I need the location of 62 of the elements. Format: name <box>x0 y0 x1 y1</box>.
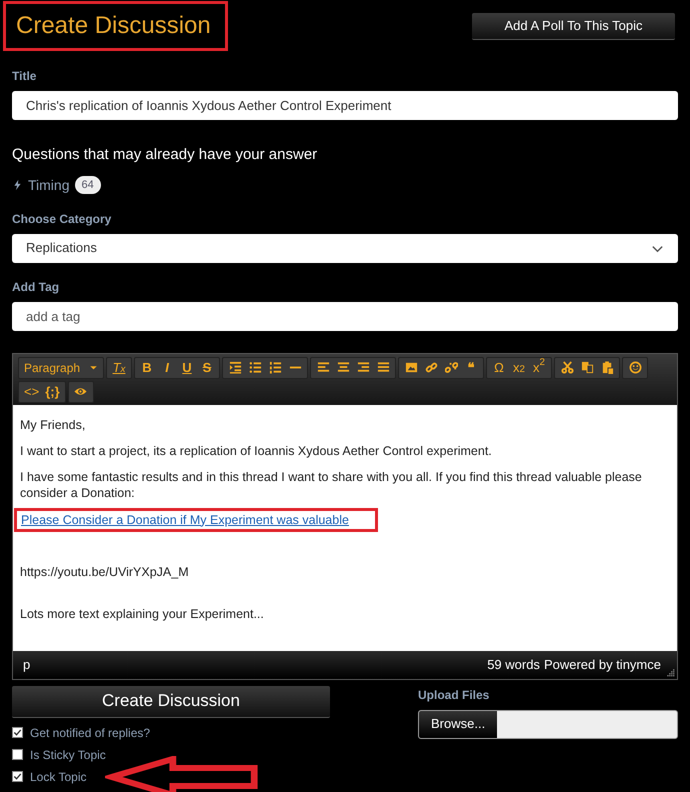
paste-icon <box>600 361 614 374</box>
align-left-icon <box>316 361 330 374</box>
create-discussion-button[interactable]: Create Discussion <box>12 686 330 718</box>
count-badge: 64 <box>74 176 101 194</box>
checkbox[interactable] <box>12 771 23 782</box>
suggestion-link[interactable]: Timing <box>28 174 70 196</box>
link-icon <box>424 361 438 374</box>
checkbox[interactable] <box>12 749 23 760</box>
toolbar-button[interactable]: x$_{2}$ <box>509 358 529 378</box>
checkbox-label: Get notified of replies? <box>30 724 150 742</box>
powered-by-text: Powered by tinymce <box>544 656 661 674</box>
resize-handle-icon[interactable] <box>666 668 675 676</box>
toolbar-button[interactable]: S <box>197 358 217 378</box>
toolbar-button[interactable]: ❝ <box>461 358 481 378</box>
toolbar-button[interactable]: x$^{2}$ <box>529 358 549 378</box>
suggestions-heading: Questions that may already have your answer <box>12 145 318 165</box>
file-input[interactable]: Browse... <box>418 710 678 738</box>
paragraph-text: I want to start a project, its a replication of Ioannis Xydous Aether Control experiment. <box>20 442 493 459</box>
donation-link[interactable]: Please Consider a Donation if My Experiment was valuable <box>21 512 349 526</box>
paragraph-text: Lots more text explaining your Experiment... <box>20 606 265 622</box>
scissors-icon <box>560 361 574 374</box>
paragraph-text: My Friends, <box>20 416 86 433</box>
toolbar-button[interactable]: U <box>177 358 197 378</box>
field-label: Title <box>12 68 38 85</box>
element-path: p <box>23 656 30 674</box>
toolbar-button[interactable]: {;} <box>42 382 63 402</box>
format-dropdown[interactable]: Paragraph <box>21 358 101 378</box>
editor-content[interactable] <box>13 404 677 650</box>
checkbox-label: Is Sticky Topic <box>30 746 106 764</box>
numbered-list-icon <box>268 361 282 374</box>
indent-icon <box>228 361 242 374</box>
caret-icon <box>89 363 98 372</box>
category-select[interactable]: Replications <box>12 234 678 262</box>
browse-button[interactable]: Browse... <box>419 710 498 738</box>
toolbar-button[interactable]: <> <box>21 382 42 402</box>
toolbar-button[interactable]: T$_{x}$ <box>109 358 129 378</box>
checkbox[interactable] <box>12 727 23 738</box>
align-justify-icon <box>376 361 390 374</box>
toolbar-button[interactable]: B <box>137 358 157 378</box>
unlink-icon <box>444 361 458 374</box>
toolbar-button[interactable]: I <box>157 358 177 378</box>
word-count: 59 words <box>487 656 540 674</box>
field-label: Upload Files <box>418 686 490 704</box>
align-right-icon <box>356 361 370 374</box>
field-label: Choose Category <box>12 210 112 228</box>
smiley-icon <box>628 361 642 374</box>
field-label: Add Tag <box>12 278 60 296</box>
toolbar-button[interactable]: Ω <box>489 358 509 378</box>
image-icon <box>404 361 418 374</box>
bullet-list-icon <box>248 361 262 374</box>
page-heading: Create Discussion <box>16 11 211 41</box>
align-center-icon <box>336 361 350 374</box>
check-icon <box>13 728 22 737</box>
paragraph-text: I have some fantastic results and in this thread I want to share with you all. If you find this thread valuable please consider a Donation: <box>20 469 643 502</box>
checkbox-label: Lock Topic <box>30 768 86 786</box>
bolt-icon <box>12 178 23 192</box>
tag-input[interactable]: add a tag <box>12 302 678 330</box>
add-poll-button[interactable]: Add A Poll To This Topic <box>472 13 675 40</box>
paragraph-text: https://youtu.be/UVirYXpJA_M <box>20 564 190 580</box>
copy-icon <box>580 361 594 374</box>
check-icon <box>13 772 22 781</box>
title-input[interactable]: Chris's replication of Ioannis Xydous Aether Control Experiment <box>12 91 678 120</box>
